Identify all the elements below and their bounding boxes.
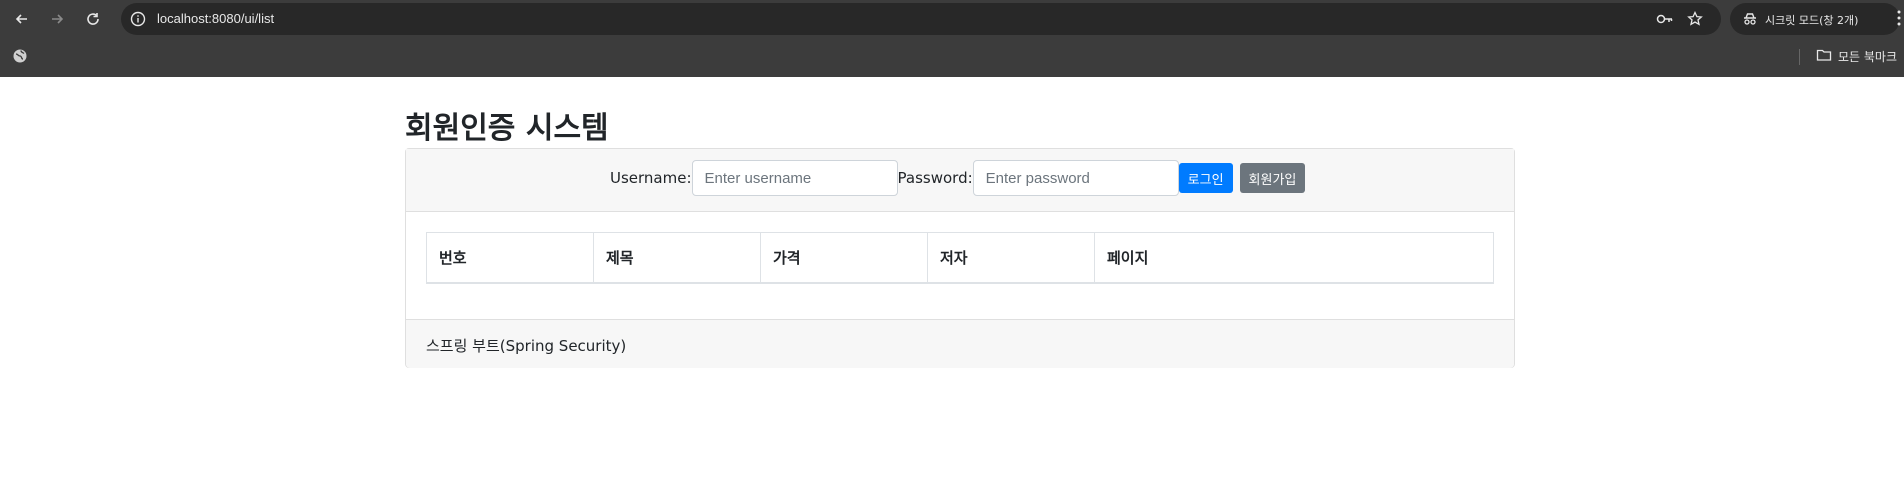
card-body: 번호 제목 가격 저자 페이지 (426, 232, 1494, 284)
bookmarks-separator (1799, 49, 1800, 65)
column-header-price: 가격 (760, 232, 928, 284)
card-footer: 스프링 부트(Spring Security) (406, 319, 1514, 368)
address-bar[interactable]: localhost:8080/ui/list (121, 3, 1721, 35)
globe-icon[interactable] (12, 48, 28, 68)
login-button[interactable]: 로그인 (1178, 163, 1233, 193)
folder-icon (1816, 48, 1832, 65)
password-label: Password: (897, 169, 973, 187)
all-bookmarks-button[interactable]: 모든 북마크 (1816, 48, 1897, 65)
column-header-title: 제목 (593, 232, 761, 284)
forward-icon[interactable] (45, 7, 69, 31)
column-header-author: 저자 (927, 232, 1095, 284)
book-table: 번호 제목 가격 저자 페이지 (426, 232, 1494, 284)
card-header: Username: Password: 로그인 회원가입 (406, 149, 1514, 212)
username-label: Username: (610, 169, 692, 187)
login-form: Username: Password: 로그인 회원가입 (610, 160, 1306, 196)
incognito-indicator[interactable]: 시크릿 모드(창 2개) (1730, 3, 1900, 35)
footer-text: 스프링 부트(Spring Security) (426, 337, 627, 355)
bookmarks-bar (0, 38, 1904, 77)
column-header-number: 번호 (426, 232, 594, 284)
star-icon[interactable] (1687, 10, 1703, 31)
address-url[interactable]: localhost:8080/ui/list (157, 11, 274, 26)
username-input[interactable] (691, 160, 898, 196)
back-icon[interactable] (10, 7, 34, 31)
reload-icon[interactable] (81, 7, 105, 31)
password-input[interactable] (972, 160, 1179, 196)
main-card: Username: Password: 로그인 회원가입 번호 제목 가격 저자… (405, 148, 1515, 368)
info-icon[interactable] (130, 11, 146, 31)
all-bookmarks-label: 모든 북마크 (1838, 50, 1898, 64)
signup-button[interactable]: 회원가입 (1239, 163, 1306, 193)
incognito-icon (1742, 11, 1758, 31)
column-header-pages: 페이지 (1094, 232, 1494, 284)
key-icon[interactable] (1656, 11, 1674, 31)
incognito-label: 시크릿 모드(창 2개) (1765, 14, 1859, 27)
table-header-row: 번호 제목 가격 저자 페이지 (426, 232, 1494, 284)
browser-toolbar: localhost:8080/ui/list 시크릿 모드(창 2개) (0, 0, 1904, 38)
menu-icon[interactable] (1896, 9, 1902, 31)
browser-chrome: localhost:8080/ui/list 시크릿 모드(창 2개) 모든 북 (0, 0, 1904, 77)
page-title: 회원인증 시스템 (405, 111, 609, 146)
